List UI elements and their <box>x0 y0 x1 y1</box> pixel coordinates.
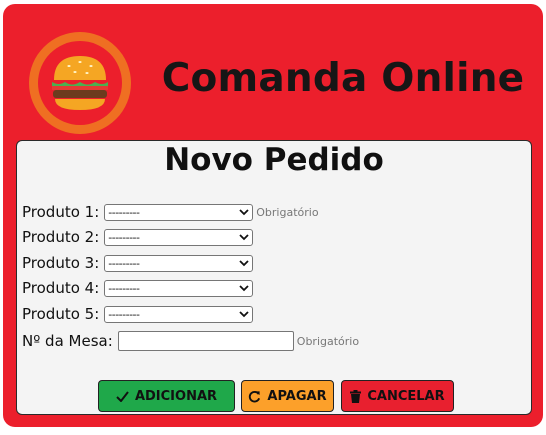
product-5-value: --------- <box>108 307 140 321</box>
app-header: Comanda Online Novo Pedido Produto 1: --… <box>3 4 543 427</box>
app-title: Comanda Online <box>161 56 525 101</box>
logo <box>29 32 131 134</box>
chevron-down-icon <box>239 208 249 215</box>
table-number-input[interactable] <box>117 331 294 351</box>
table-number-row: Nº da Mesa: Obrigatório <box>22 330 359 352</box>
product-1-select[interactable]: --------- <box>104 203 254 221</box>
cancel-button[interactable]: CANCELAR <box>341 380 454 412</box>
product-1-row: Produto 1: --------- Obrigatório <box>22 201 319 223</box>
product-3-value: --------- <box>108 256 140 270</box>
product-5-label: Produto 5: <box>22 305 100 323</box>
refresh-icon <box>249 390 261 402</box>
product-4-value: --------- <box>108 281 140 295</box>
chevron-down-icon <box>239 310 249 317</box>
chevron-down-icon <box>239 284 249 291</box>
product-1-label: Produto 1: <box>22 203 100 221</box>
add-button[interactable]: ADICIONAR <box>98 380 235 412</box>
table-number-label: Nº da Mesa: <box>22 332 113 350</box>
product-4-select[interactable]: --------- <box>104 279 254 297</box>
cancel-button-label: CANCELAR <box>367 388 445 404</box>
table-number-required-hint: Obrigatório <box>296 334 360 348</box>
product-2-select[interactable]: --------- <box>104 228 254 246</box>
product-3-row: Produto 3: --------- <box>22 252 254 274</box>
product-4-label: Produto 4: <box>22 279 100 297</box>
add-button-label: ADICIONAR <box>134 388 218 404</box>
hamburger-icon <box>52 56 108 110</box>
product-2-label: Produto 2: <box>22 228 100 246</box>
product-2-value: --------- <box>108 230 140 244</box>
product-1-required-hint: Obrigatório <box>256 205 319 219</box>
new-order-form: Novo Pedido Produto 1: --------- Obrigat… <box>16 140 532 415</box>
product-4-row: Produto 4: --------- <box>22 277 254 299</box>
trash-icon <box>350 389 362 403</box>
product-3-label: Produto 3: <box>22 254 100 272</box>
clear-button[interactable]: APAGAR <box>241 380 334 412</box>
chevron-down-icon <box>239 233 249 240</box>
product-5-row: Produto 5: --------- <box>22 303 254 325</box>
form-title: Novo Pedido <box>164 142 384 178</box>
chevron-down-icon <box>239 259 249 266</box>
product-1-value: --------- <box>108 205 140 219</box>
product-3-select[interactable]: --------- <box>104 254 254 272</box>
clear-button-label: APAGAR <box>267 388 327 404</box>
product-2-row: Produto 2: --------- <box>22 226 254 248</box>
check-icon <box>116 390 129 402</box>
product-5-select[interactable]: --------- <box>104 305 254 323</box>
